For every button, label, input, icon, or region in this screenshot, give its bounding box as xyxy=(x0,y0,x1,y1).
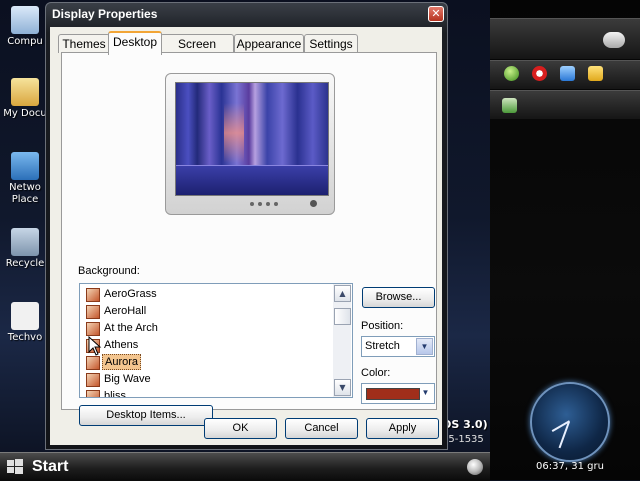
desktop-tab-panel: Background: AeroGrass AeroHall At the Ar… xyxy=(61,52,437,426)
chevron-down-icon[interactable]: ▼ xyxy=(416,338,433,355)
green-orb-icon[interactable] xyxy=(504,66,519,81)
clock-gadget xyxy=(530,382,610,462)
monitor-button-icon xyxy=(250,202,254,206)
desktop-icon-my-documents[interactable]: My Docu xyxy=(0,78,50,119)
start-label: Start xyxy=(32,458,69,475)
monitor-button-icon xyxy=(258,202,262,206)
position-value: Stretch xyxy=(365,340,400,352)
monitor-button-icon xyxy=(266,202,270,206)
tab-appearance[interactable]: Appearance xyxy=(234,34,304,53)
wallpaper-preview xyxy=(175,82,329,196)
windows-logo-icon xyxy=(7,459,23,474)
desktop-icon-label: Compu xyxy=(7,36,43,47)
list-scrollbar[interactable]: ▲ ▼ xyxy=(333,284,351,397)
background-label: Background: xyxy=(78,265,140,277)
close-button[interactable]: ✕ xyxy=(428,6,444,22)
start-button[interactable]: Start xyxy=(0,453,72,481)
tab-settings[interactable]: Settings xyxy=(304,34,358,53)
background-list[interactable]: AeroGrass AeroHall At the Arch Athens Au… xyxy=(79,283,353,398)
position-dropdown[interactable]: Stretch ▼ xyxy=(361,336,435,357)
scroll-thumb[interactable] xyxy=(334,308,351,325)
desktop-icon-label: Recycle xyxy=(5,258,45,269)
chevron-down-icon[interactable]: ▼ xyxy=(418,385,433,400)
desktop-icon-label: Techvo xyxy=(7,332,43,343)
desktop-icon-recycle-bin[interactable]: Recycle xyxy=(0,228,50,269)
image-file-icon xyxy=(86,288,100,302)
color-picker[interactable]: ▼ xyxy=(361,383,435,404)
opera-icon[interactable] xyxy=(532,66,547,81)
apply-button[interactable]: Apply xyxy=(366,418,439,439)
image-file-icon xyxy=(86,390,100,397)
tab-desktop[interactable]: Desktop xyxy=(108,31,162,55)
scroll-down-button[interactable]: ▼ xyxy=(334,379,351,396)
desktop-icon-label: My Docu xyxy=(3,108,47,119)
color-swatch xyxy=(366,388,420,400)
browse-button[interactable]: Browse... xyxy=(362,287,435,308)
dialog-title: Display Properties xyxy=(52,7,158,21)
taskbar: Start xyxy=(0,452,490,481)
color-label: Color: xyxy=(361,367,391,379)
os-version-text: OS 3.0) xyxy=(442,418,488,431)
monitor-button-icon xyxy=(274,202,278,206)
document-icon xyxy=(11,302,39,330)
tab-themes[interactable]: Themes xyxy=(58,34,110,53)
image-file-icon xyxy=(86,322,100,336)
desktop-icon-techvo[interactable]: Techvo xyxy=(0,302,50,343)
computer-icon xyxy=(11,6,39,34)
ok-button[interactable]: OK xyxy=(204,418,277,439)
cancel-button[interactable]: Cancel xyxy=(285,418,358,439)
clock-text: 06:37, 31 gru xyxy=(536,461,604,472)
display-properties-dialog: Display Properties ✕ Themes Desktop Scre… xyxy=(45,2,448,450)
desktop-items-button[interactable]: Desktop Items... xyxy=(79,405,213,426)
monitor-icon[interactable] xyxy=(560,66,575,81)
dialog-client-area: Themes Desktop Screen Saver Appearance S… xyxy=(50,27,442,445)
network-icon xyxy=(11,152,39,180)
dialog-titlebar[interactable]: Display Properties ✕ xyxy=(46,3,447,25)
recycle-bin-icon xyxy=(11,228,39,256)
image-file-icon xyxy=(86,356,100,370)
show-desktop-orb-icon[interactable] xyxy=(467,459,483,475)
os-build-text: 25-1535 xyxy=(442,434,484,445)
image-file-icon xyxy=(86,373,100,387)
image-file-icon xyxy=(86,305,100,319)
network-icon[interactable] xyxy=(502,98,517,113)
chat-bubbles-icon[interactable] xyxy=(603,32,625,48)
scroll-up-button[interactable]: ▲ xyxy=(334,285,351,302)
folder-icon[interactable] xyxy=(588,66,603,81)
position-label: Position: xyxy=(361,320,404,332)
mouse-cursor-icon xyxy=(88,336,102,356)
documents-folder-icon xyxy=(11,78,39,106)
monitor-preview xyxy=(165,73,335,215)
tab-screen-saver[interactable]: Screen Saver xyxy=(160,34,234,69)
desktop-icon-computer[interactable]: Compu xyxy=(0,6,50,47)
monitor-power-icon xyxy=(310,200,317,207)
desktop-icon-network-places[interactable]: Netwo Place xyxy=(0,152,50,206)
desktop-icon-label: Netwo Place xyxy=(9,182,41,205)
